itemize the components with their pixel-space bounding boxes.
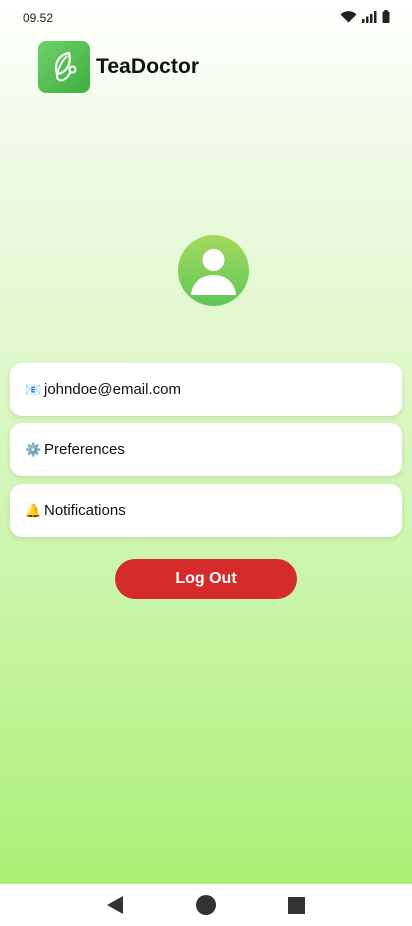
email-text: johndoe@email.com — [44, 381, 181, 398]
system-nav-bar — [0, 884, 412, 926]
logout-button[interactable]: Log Out — [115, 559, 297, 599]
status-icons — [340, 10, 390, 26]
preferences-card[interactable]: ⚙️ Preferences — [10, 423, 402, 476]
preferences-label: Preferences — [44, 441, 125, 458]
avatar[interactable] — [178, 235, 249, 306]
signal-icon — [362, 10, 377, 26]
wifi-icon — [340, 10, 357, 26]
notifications-card[interactable]: 🔔 Notifications — [10, 484, 402, 537]
app-header: TeaDoctor — [38, 41, 199, 93]
status-bar: 09.52 — [0, 0, 412, 36]
battery-icon — [382, 10, 390, 26]
tea-leaf-stethoscope-logo-icon — [38, 41, 90, 93]
notifications-label: Notifications — [44, 502, 126, 519]
app-title: TeaDoctor — [96, 55, 200, 78]
user-silhouette-icon — [191, 249, 236, 295]
recents-square-icon[interactable] — [282, 890, 312, 920]
home-circle-icon[interactable] — [191, 890, 221, 920]
status-time: 09.52 — [23, 11, 54, 25]
bell-icon: 🔔 — [25, 502, 42, 518]
envelope-icon: 📧 — [25, 381, 42, 397]
back-triangle-icon[interactable] — [100, 890, 130, 920]
email-card[interactable]: 📧 johndoe@email.com — [10, 363, 402, 416]
gear-icon: ⚙️ — [25, 441, 42, 457]
